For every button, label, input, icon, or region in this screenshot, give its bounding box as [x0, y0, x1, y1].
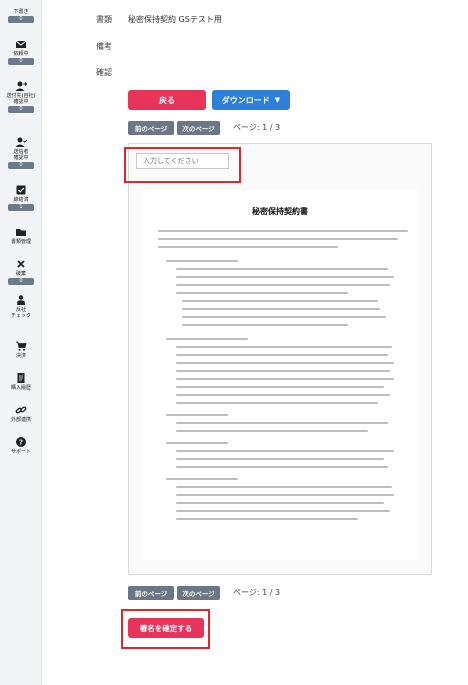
remarks-label: 備考: [96, 42, 112, 51]
sidebar-item-requesting[interactable]: 依頼中 0: [0, 38, 42, 65]
document-text-line: [166, 260, 238, 262]
back-button[interactable]: 戻る: [128, 90, 206, 110]
shield-person-icon: [17, 295, 25, 305]
sidebar-item-label: 反社 チェック: [10, 307, 31, 319]
document-name: 秘密保持契約 GSテスト用: [128, 15, 222, 24]
document-text-line: [176, 486, 392, 488]
sidebar-item-recipient-reviewing[interactable]: 送付先(自社) 確認中 0: [0, 80, 42, 113]
confirm-label: 確認: [96, 68, 112, 77]
document-text-line: [166, 442, 228, 444]
sidebar-item-label: 外部連携: [10, 417, 31, 423]
document-text-line: [176, 346, 392, 348]
sidebar: 下書き 0 依頼中 0 送付先(自社) 確認中 0 送信者 確認中 0 締結済 …: [0, 0, 42, 685]
sidebar-item-label: 送信者 確認中: [13, 149, 29, 161]
caret-down-icon: ▼: [274, 96, 281, 104]
document-text-line: [176, 510, 390, 512]
sidebar-item-concluded[interactable]: 締結済 1: [0, 184, 42, 211]
download-button-label: ダウンロード: [221, 95, 270, 105]
sidebar-item-payment[interactable]: 決済: [0, 340, 42, 359]
document-label: 書類: [96, 15, 112, 24]
document-text-line: [176, 502, 384, 504]
sidebar-item-support[interactable]: ? サポート: [0, 436, 42, 455]
count-badge: 0: [8, 162, 34, 169]
document-text-line: [176, 284, 390, 286]
sidebar-item-documents[interactable]: 書類管理: [0, 226, 42, 245]
document-text-line: [176, 370, 390, 372]
document-text-line: [176, 518, 358, 520]
document-text-line: [176, 292, 348, 294]
count-badge: 0: [8, 106, 34, 113]
document-page: 秘密保持契約書: [142, 190, 418, 560]
sidebar-item-discarded[interactable]: 破棄 0: [0, 258, 42, 285]
document-text-line: [176, 394, 390, 396]
sidebar-item-integrations[interactable]: 外部連携: [0, 404, 42, 423]
document-text-line: [158, 246, 338, 248]
sidebar-item-label: 決済: [15, 353, 26, 359]
document-text-line: [158, 230, 408, 232]
mail-icon: [15, 40, 27, 48]
back-button-label: 戻る: [159, 95, 175, 105]
document-text-line: [176, 466, 388, 468]
prev-page-button-bottom[interactable]: 前のページ: [128, 586, 174, 600]
document-text-line: [166, 338, 248, 340]
next-page-button-bottom[interactable]: 次のページ: [177, 586, 220, 600]
sidebar-item-sender-reviewing[interactable]: 送信者 確認中 0: [0, 136, 42, 169]
sidebar-item-label: 依頼中: [13, 51, 29, 57]
document-text-line: [176, 494, 394, 496]
document-text-line: [176, 276, 394, 278]
document-text-line: [182, 308, 380, 310]
page-indicator: ページ: 1 / 3: [233, 123, 281, 132]
document-text-line: [166, 414, 228, 416]
document-text-line: [176, 450, 394, 452]
user-send-icon: [15, 81, 27, 91]
download-button[interactable]: ダウンロード ▼: [212, 90, 290, 110]
count-badge: 0: [8, 58, 34, 65]
folder-icon: [16, 229, 26, 236]
cart-icon: [16, 341, 27, 351]
confirm-signature-label: 署名を確定する: [139, 623, 193, 633]
document-text-line: [176, 458, 384, 460]
document-text-line: [176, 268, 388, 270]
sidebar-item-label: 送付先(自社) 確認中: [6, 93, 36, 105]
document-text-line: [176, 386, 384, 388]
document-text-line: [176, 362, 394, 364]
sidebar-item-label: 購入履歴: [10, 385, 31, 391]
document-text-line: [176, 402, 378, 404]
sidebar-item-label: 書類管理: [10, 239, 31, 245]
document-title: 秘密保持契約書: [252, 207, 308, 216]
count-badge: 0: [8, 278, 34, 285]
link-icon: [15, 406, 27, 414]
document-text-line: [182, 316, 386, 318]
question-icon: ?: [16, 437, 26, 447]
document-text-line: [176, 378, 394, 380]
sidebar-item-label: 締結済: [13, 197, 29, 203]
x-icon: [17, 260, 25, 268]
count-badge: 0: [8, 16, 34, 23]
confirm-signature-button[interactable]: 署名を確定する: [128, 618, 204, 638]
check-square-icon: [16, 185, 26, 195]
signature-input[interactable]: [136, 153, 229, 169]
document-text-line: [166, 478, 238, 480]
sidebar-item-antisocial-check[interactable]: 反社 チェック: [0, 294, 42, 319]
document-text-line: [176, 422, 388, 424]
sidebar-item-purchase-history[interactable]: 購入履歴: [0, 372, 42, 391]
count-badge: 1: [8, 204, 34, 211]
prev-page-button[interactable]: 前のページ: [128, 121, 174, 135]
sidebar-item-label: 下書き: [13, 9, 29, 15]
document-text-line: [182, 300, 378, 302]
document-text-line: [182, 324, 348, 326]
next-page-button[interactable]: 次のページ: [177, 121, 220, 135]
document-text-line: [176, 430, 368, 432]
sidebar-item-drafts[interactable]: 下書き 0: [0, 8, 42, 23]
sidebar-item-label: 破棄: [15, 271, 26, 277]
page-indicator-bottom: ページ: 1 / 3: [233, 588, 281, 597]
user-check-icon: [15, 137, 27, 147]
sidebar-item-label: サポート: [10, 449, 31, 455]
receipt-icon: [17, 373, 25, 383]
document-text-line: [176, 354, 388, 356]
document-text-line: [158, 238, 398, 240]
svg-text:?: ?: [19, 439, 23, 447]
